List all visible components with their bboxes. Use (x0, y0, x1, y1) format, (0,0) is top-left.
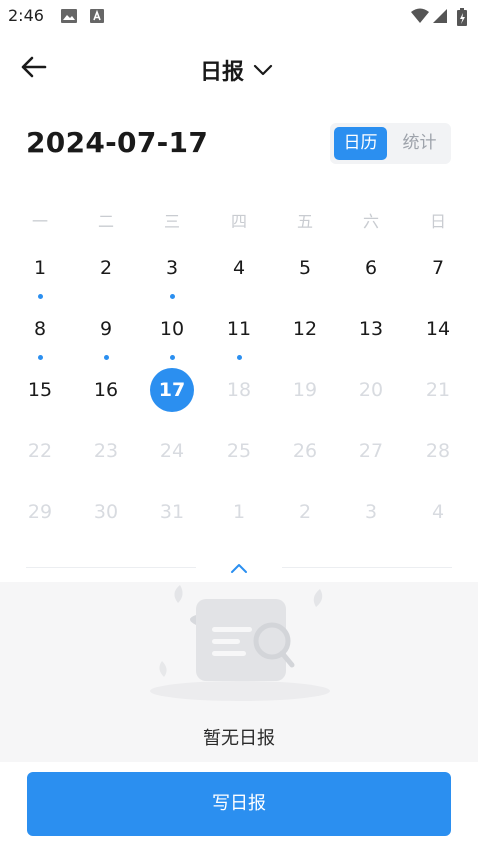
calendar-day[interactable]: 25 (217, 429, 261, 473)
status-time: 2:46 (8, 6, 44, 25)
tab-statistics[interactable]: 统计 (392, 127, 447, 160)
report-dot-indicator (169, 294, 175, 299)
calendar-day[interactable]: 3 (150, 246, 194, 290)
calendar-day[interactable]: 2 (283, 490, 327, 534)
calendar-day[interactable]: 4 (217, 246, 261, 290)
report-type-dropdown[interactable]: 日报 (200, 54, 276, 86)
selected-date: 2024-07-17 (26, 126, 209, 159)
collapse-calendar-button[interactable] (224, 556, 254, 580)
weekday-label: 五 (296, 212, 313, 231)
calendar-day[interactable]: 2 (84, 246, 128, 290)
weekday-label: 二 (97, 212, 114, 231)
write-report-button[interactable]: 写日报 (27, 772, 451, 836)
calendar-day[interactable]: 26 (283, 429, 327, 473)
calendar-day[interactable]: 15 (18, 368, 62, 412)
chevron-up-icon (231, 564, 247, 573)
calendar-day[interactable]: 12 (283, 307, 327, 351)
calendar-day[interactable]: 6 (349, 246, 393, 290)
wifi-icon (410, 7, 430, 29)
report-dot-indicator (103, 355, 109, 360)
calendar-day[interactable]: 22 (18, 429, 62, 473)
image-icon (60, 7, 78, 29)
calendar-day[interactable]: 18 (217, 368, 261, 412)
battery-charging-icon (456, 7, 468, 31)
calendar-day[interactable]: 7 (416, 246, 460, 290)
calendar-day[interactable]: 9 (84, 307, 128, 351)
weekday-label: 三 (163, 212, 180, 231)
calendar-day[interactable]: 20 (349, 368, 393, 412)
calendar-day[interactable]: 19 (283, 368, 327, 412)
empty-state-text: 暂无日报 (203, 728, 275, 749)
calendar-day[interactable]: 1 (217, 490, 261, 534)
calendar-day[interactable]: 10 (150, 307, 194, 351)
app-a-icon (88, 7, 106, 29)
back-button[interactable] (18, 52, 58, 88)
calendar-day[interactable]: 11 (217, 307, 261, 351)
weekday-label: 四 (230, 212, 247, 231)
calendar-day[interactable]: 16 (84, 368, 128, 412)
view-toggle: 日历 统计 (330, 123, 451, 164)
calendar-day[interactable]: 27 (349, 429, 393, 473)
report-dot-indicator (37, 355, 43, 360)
report-dot-indicator (169, 355, 175, 360)
weekday-label: 日 (429, 212, 446, 231)
arrow-left-icon (21, 56, 47, 78)
calendar-day[interactable]: 14 (416, 307, 460, 351)
calendar-day[interactable]: 13 (349, 307, 393, 351)
calendar-day[interactable]: 29 (18, 490, 62, 534)
calendar-day-selected[interactable]: 17 (150, 368, 194, 412)
calendar-day[interactable]: 31 (150, 490, 194, 534)
weekday-label: 一 (31, 212, 48, 231)
empty-scroll-illustration (140, 585, 340, 705)
calendar-day[interactable]: 3 (349, 490, 393, 534)
cell-signal-icon (432, 7, 448, 29)
calendar-day[interactable]: 21 (416, 368, 460, 412)
calendar-day[interactable]: 28 (416, 429, 460, 473)
report-dot-indicator (37, 294, 43, 299)
calendar-day[interactable]: 8 (18, 307, 62, 351)
calendar-day[interactable]: 5 (283, 246, 327, 290)
calendar-day[interactable]: 4 (416, 490, 460, 534)
calendar-day[interactable]: 23 (84, 429, 128, 473)
divider-right (282, 567, 452, 568)
status-bar: 2:46 (0, 0, 478, 32)
divider-left (26, 567, 196, 568)
tab-calendar[interactable]: 日历 (334, 127, 387, 160)
chevron-down-icon (253, 64, 273, 76)
calendar-day[interactable]: 30 (84, 490, 128, 534)
calendar-day[interactable]: 1 (18, 246, 62, 290)
report-dot-indicator (236, 355, 242, 360)
page-title: 日报 (200, 60, 245, 85)
calendar-day[interactable]: 24 (150, 429, 194, 473)
header: 日报 (0, 42, 478, 98)
weekday-label: 六 (362, 212, 379, 231)
